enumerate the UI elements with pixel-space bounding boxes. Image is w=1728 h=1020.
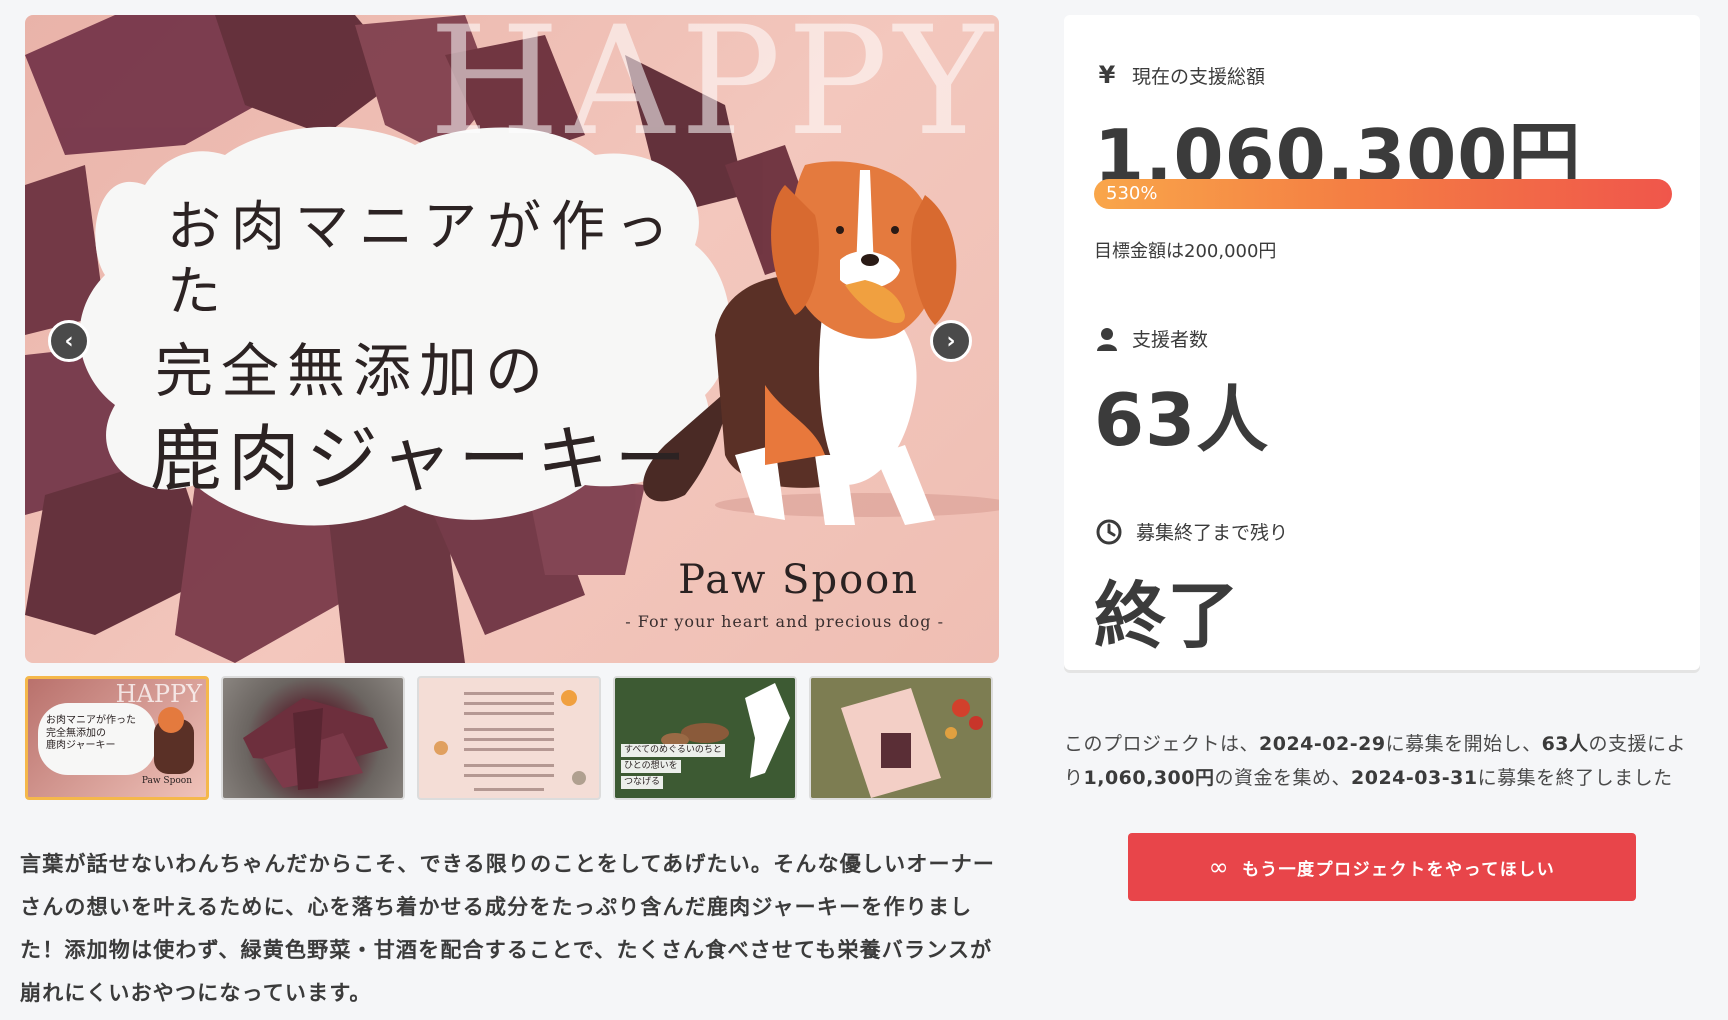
summary-text-5: に募集を終了しました <box>1477 767 1673 789</box>
summary-amount: 1,060,300円 <box>1083 767 1215 789</box>
summary-end-date: 2024-03-31 <box>1351 767 1478 789</box>
amount-label-row: ¥ 現在の支援総額 <box>1096 61 1265 89</box>
remaining-value: 終了 <box>1094 574 1241 658</box>
thumbnail-4[interactable]: すべてのめぐるいのちと ひとの想いを つなげる <box>613 676 797 800</box>
funding-progress-bar: 530% <box>1094 179 1672 209</box>
thumbnail-caption-2: ひとの想いを <box>621 760 681 774</box>
person-icon <box>1097 327 1117 351</box>
carousel-prev-button[interactable]: ‹ <box>48 320 90 362</box>
supporters-value: 63人 <box>1094 378 1270 462</box>
hero-happy-text: HAPPY <box>428 15 999 169</box>
thumbnail-brand: Paw Spoon <box>141 775 192 786</box>
thumbnail-headline: お肉マニアが作った 完全無添加の 鹿肉ジャーキー <box>46 715 136 751</box>
request-again-label: もう一度プロジェクトをやってほしい <box>1242 859 1556 880</box>
summary-text-2: に募集を開始し、 <box>1385 733 1542 755</box>
chevron-left-icon: ‹ <box>64 328 74 354</box>
thumbnail-1[interactable]: HAPPY お肉マニアが作った 完全無添加の 鹿肉ジャーキー Paw Spoon <box>25 676 209 800</box>
thumbnail-caption-3: つなげる <box>621 776 664 790</box>
infinity-icon: ∞ <box>1208 853 1231 881</box>
goal-amount: 目標金額は200,000円 <box>1094 241 1277 262</box>
hero-tagline: - For your heart and precious dog - <box>625 612 944 631</box>
clock-icon <box>1096 519 1122 544</box>
remaining-label: 募集終了まで残り <box>1136 522 1289 544</box>
supporters-label: 支援者数 <box>1132 329 1209 351</box>
thumbnail-5[interactable] <box>809 676 993 800</box>
thumbnail-package-art <box>811 678 991 798</box>
supporters-label-row: 支援者数 <box>1096 325 1208 352</box>
thumbnail-text-art <box>434 690 586 791</box>
hero-headline-line3: 鹿肉ジャーキー <box>150 417 693 502</box>
chevron-right-icon: › <box>946 328 956 354</box>
summary-text-1: このプロジェクトは、 <box>1064 733 1260 755</box>
remaining-label-row: 募集終了まで残り <box>1096 518 1288 545</box>
request-again-button[interactable]: ∞ もう一度プロジェクトをやってほしい <box>1128 833 1636 901</box>
carousel-next-button[interactable]: › <box>930 320 972 362</box>
thumbnail-jerky-art <box>243 698 388 790</box>
thumbnail-strip: HAPPY お肉マニアが作った 完全無添加の 鹿肉ジャーキー Paw Spoon <box>25 676 993 800</box>
project-hero-image: HAPPY お肉マニアが作った 完全無添加の 鹿肉ジャーキー Paw Spoon… <box>25 15 999 663</box>
summary-text-4: の資金を集め、 <box>1214 767 1352 789</box>
thumbnail-2[interactable] <box>221 676 405 800</box>
hero-headline: お肉マニアが作った 完全無添加の 鹿肉ジャーキー <box>125 195 725 503</box>
thumbnail-caption-1: すべてのめぐるいのちと <box>621 744 725 758</box>
summary-supporters: 63人 <box>1541 733 1589 755</box>
summary-start-date: 2024-02-29 <box>1259 733 1386 755</box>
yen-icon: ¥ <box>1098 61 1116 89</box>
hero-brand: Paw Spoon <box>678 557 919 603</box>
amount-label: 現在の支援総額 <box>1132 65 1266 88</box>
project-summary: このプロジェクトは、2024-02-29に募集を開始し、63人の支援により1,0… <box>1064 727 1704 795</box>
project-stats-card: ¥ 現在の支援総額 1,060,300円 530% 目標金額は200,000円 … <box>1064 15 1700 670</box>
thumbnail-3[interactable] <box>417 676 601 800</box>
hero-headline-line1: お肉マニアが作った <box>167 195 679 323</box>
project-description: 言葉が話せないわんちゃんだからこそ、できる限りのことをしてあげたい。そんな優しい… <box>20 852 996 1005</box>
progress-percent: 530% <box>1106 183 1158 204</box>
hero-headline-line2: 完全無添加の <box>155 336 552 405</box>
